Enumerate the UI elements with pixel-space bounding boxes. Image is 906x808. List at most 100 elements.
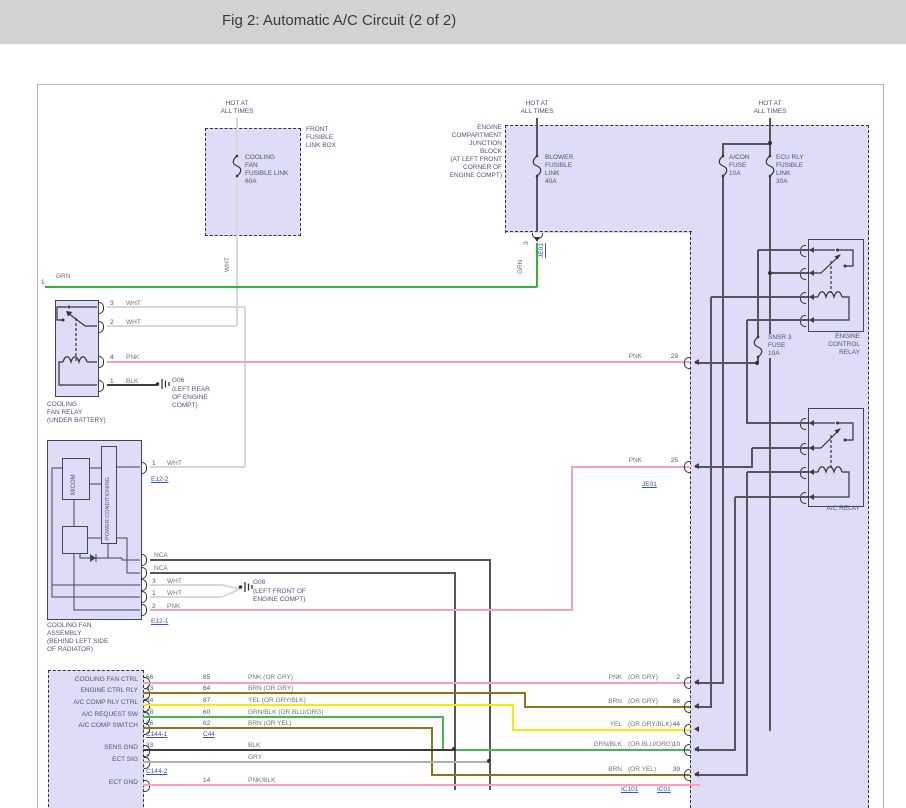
ecm-row-label: A/C REQUEST SW — [50, 711, 138, 719]
pin-number: 1 — [152, 460, 156, 468]
pin-number: 86 — [658, 698, 680, 706]
wire-hot3-feed — [769, 118, 771, 157]
wire-blower-feed-upper — [536, 118, 538, 155]
pin-arc — [800, 443, 806, 455]
wire-wht — [107, 325, 237, 327]
pin-number: 10 — [658, 741, 680, 749]
wire-blower-feed-lower — [536, 177, 538, 232]
fan-assembly-internals-icon — [47, 440, 140, 618]
pin-arc — [684, 461, 690, 473]
ecm-row-label: ENGINE CTRL RLY — [50, 687, 138, 695]
wire-internal — [758, 249, 808, 251]
wire-pnk-25 — [571, 466, 691, 468]
front-box-label: FRONT FUSIBLE LINK BOX — [306, 126, 336, 150]
wire-name: PNK — [608, 457, 642, 465]
wire-grnblk-row — [442, 716, 444, 751]
wire-internal — [695, 362, 758, 364]
wire-front-feed-upper — [236, 118, 238, 155]
fan-assembly-sub-box — [62, 526, 88, 554]
wire-nca — [489, 559, 491, 790]
wire-internal — [747, 471, 808, 473]
wire-blk-row — [143, 749, 456, 751]
wire-internal — [695, 749, 735, 751]
wire-brn2-row — [431, 774, 690, 776]
connector-link-e12-1[interactable]: E12-1 — [151, 618, 168, 626]
wire-internal — [747, 319, 808, 321]
blower-fusible-link-label: BLOWER FUSIBLE LINK 40A — [545, 154, 573, 186]
wire-snsr-upper — [757, 250, 759, 336]
pin-number: 39 — [658, 766, 680, 774]
ecm-row-label: ECT SIG — [50, 756, 138, 764]
wire-brn2-row — [431, 727, 433, 776]
wire-internal — [695, 682, 723, 684]
junction-dot — [768, 141, 772, 145]
wire-internal — [710, 297, 712, 708]
wire-brn-row — [143, 692, 525, 694]
wire-ecu-column — [769, 177, 771, 731]
pin-number: 29 — [652, 353, 678, 361]
wire-internal — [695, 774, 747, 776]
wire-internal — [747, 422, 808, 424]
wire-yel-row — [512, 729, 690, 731]
connector-link-je01-top[interactable]: JE01 — [538, 232, 546, 258]
pin-arrow-icon — [694, 726, 699, 732]
ac-relay-internals-icon — [808, 408, 862, 505]
wire-brn-row — [524, 706, 690, 708]
pin-number: 65 — [203, 674, 210, 682]
page-title: Fig 2: Automatic A/C Circuit (2 of 2) — [222, 12, 456, 29]
wire-pnk-29 — [107, 361, 690, 363]
wire-pnk-row — [143, 682, 690, 684]
grn-vertical-label: GRN — [517, 244, 525, 274]
pin-arc — [684, 357, 690, 369]
wire-grnblk-row — [143, 716, 443, 718]
connector-link-e12-2[interactable]: E12-2 — [151, 476, 168, 484]
pin-arc — [800, 492, 806, 504]
pin-arrow-icon — [809, 294, 814, 300]
wire-yel-row — [512, 704, 514, 731]
wire-alt-name: (OR YEL) — [628, 766, 656, 774]
wire-grn-main — [45, 286, 537, 288]
ecm-row-label: A/C COMP RLY CTRL — [50, 699, 138, 707]
connector-link-c144-2[interactable]: C144-2 — [146, 768, 167, 776]
wire-internal — [746, 472, 748, 776]
wire-wht — [150, 466, 245, 468]
wire-name: PNK (OR GRY) — [248, 674, 293, 682]
ground-id-g06: G06 — [172, 377, 184, 385]
wire-alt-name: (OR GRY) — [628, 674, 658, 682]
wire-alt-name: (OR GRY) — [628, 698, 658, 706]
wiring-diagram-page: Fig 2: Automatic A/C Circuit (2 of 2) HO… — [0, 0, 906, 808]
connector-link-je01[interactable]: JE01 — [642, 481, 657, 489]
connector-link-ic01[interactable]: IC01 — [657, 786, 671, 794]
pin-arc — [684, 744, 690, 756]
wire-name: YEL — [552, 721, 622, 729]
hot-at-label-1: HOT AT ALL TIMES — [212, 100, 262, 116]
fuse-icon-acon — [717, 154, 729, 178]
wire-name: GRN/BLK — [552, 741, 622, 749]
fuse-icon-ecu-rly — [764, 154, 776, 178]
wire-grnblk-row — [442, 749, 690, 751]
wire-internal — [734, 497, 736, 751]
wire-name: WHT — [167, 460, 182, 468]
wire-pnkblk-row — [143, 784, 700, 786]
junction-dot — [452, 747, 456, 751]
wire-name: PNK — [552, 674, 622, 682]
ecm-row-label: COOLING FAN CTRL — [50, 676, 138, 684]
ground-location-g08: (LEFT FRONT OF ENGINE COMPT) — [253, 588, 306, 604]
ecm-row-label: A/C COMP SWITCH — [50, 722, 138, 730]
pin-arc — [684, 724, 690, 736]
pin-number: 25 — [652, 457, 678, 465]
wire-pnk-25 — [571, 467, 573, 610]
junction-block-bottom-edge — [505, 231, 692, 232]
wire-internal — [746, 320, 748, 424]
fuse-icon-blower — [531, 154, 543, 178]
power-conditioning-label: POWER CONDITIONING — [105, 448, 112, 540]
connector-link-c44[interactable]: C44 — [203, 731, 215, 739]
wire-internal — [770, 272, 808, 274]
wire-name: BRN — [552, 698, 622, 706]
wire-blk-g06 — [107, 384, 157, 386]
hot-at-label-2: HOT AT ALL TIMES — [512, 100, 562, 116]
connector-link-ic101[interactable]: IC101 — [621, 786, 638, 794]
engine-control-relay-label: ENGINE CONTROL RELAY — [788, 333, 860, 357]
wire-wht — [244, 306, 246, 467]
ground-id-g08: G08 — [253, 579, 265, 587]
